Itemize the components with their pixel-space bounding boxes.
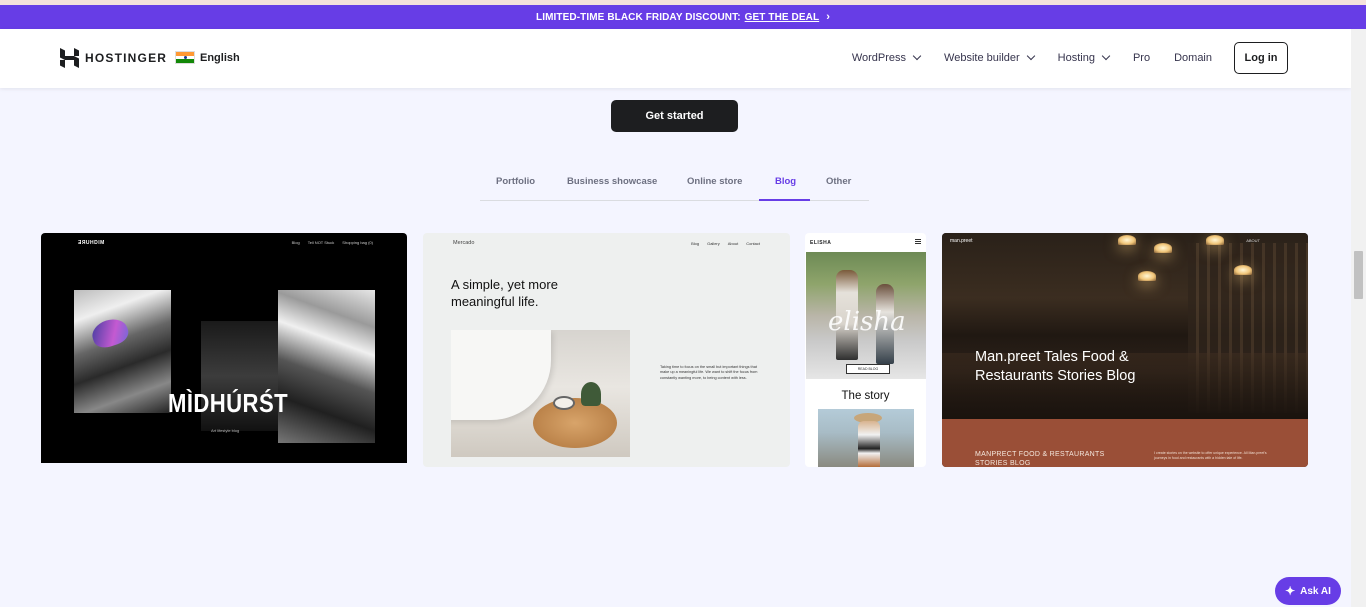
template-menu-item: Gallery bbox=[707, 241, 720, 246]
template-menu-item: Tell NOT Stuck bbox=[307, 240, 335, 245]
nav-pro[interactable]: Pro bbox=[1133, 52, 1150, 64]
template-brand: ELISHA bbox=[810, 240, 832, 246]
template-card-elisha[interactable]: ELISHA elisha READ BLOG The story bbox=[805, 233, 926, 467]
india-flag-icon bbox=[175, 51, 195, 64]
template-paragraph: Taking time to focus on the small but im… bbox=[660, 365, 758, 380]
template-title: MÌDHÚRŚT bbox=[168, 388, 289, 418]
tab-online-store[interactable]: Online store bbox=[687, 176, 742, 187]
nav-hosting[interactable]: Hosting bbox=[1057, 51, 1111, 64]
page-scrollbar[interactable] bbox=[1351, 29, 1366, 607]
template-menu: Blog Tell NOT Stuck Shopping bag (0) bbox=[292, 240, 373, 245]
template-band-title: MANPRECT FOOD & RESTAURANTS STORIES BLOG bbox=[975, 451, 1105, 467]
chevron-down-icon bbox=[912, 51, 922, 61]
nav-website-builder-label: Website builder bbox=[944, 52, 1020, 64]
template-menu-item: Blog bbox=[691, 241, 700, 246]
promo-banner: LIMITED-TIME BLACK FRIDAY DISCOUNT: GET … bbox=[0, 5, 1366, 29]
template-photo-woman-hat bbox=[818, 409, 914, 467]
header: HOSTINGER English WordPress Website buil… bbox=[0, 29, 1351, 88]
chevron-down-icon bbox=[1101, 51, 1111, 61]
chevron-right-icon[interactable]: › bbox=[826, 11, 830, 23]
template-band-text: I create stories on the website to offer… bbox=[1154, 451, 1267, 460]
template-card-midhurst[interactable]: ƎЯUHDIM Blog Tell NOT Stuck Shopping bag… bbox=[41, 233, 407, 463]
get-started-button[interactable]: Get started bbox=[611, 100, 738, 132]
template-category-tabs: Portfolio Business showcase Online store… bbox=[480, 170, 869, 201]
template-menu-item: About bbox=[727, 241, 739, 246]
nav-domain-label: Domain bbox=[1174, 52, 1212, 64]
template-hero-script: elisha bbox=[828, 307, 906, 337]
nav-website-builder[interactable]: Website builder bbox=[944, 51, 1035, 64]
nav-domain[interactable]: Domain bbox=[1174, 52, 1212, 64]
hostinger-logo-icon bbox=[60, 48, 79, 68]
template-hero-photo: elisha READ BLOG bbox=[806, 252, 926, 379]
template-menu-item: Shopping bag (0) bbox=[342, 240, 373, 245]
ask-ai-button[interactable]: ✦ Ask AI bbox=[1275, 577, 1341, 605]
promo-deal-link[interactable]: GET THE DEAL bbox=[745, 12, 820, 23]
active-tab-indicator bbox=[759, 199, 810, 201]
chevron-down-icon bbox=[1026, 51, 1035, 61]
template-photo-woman-cap bbox=[74, 290, 171, 413]
template-photo-silver bbox=[278, 290, 375, 443]
template-photo-table bbox=[451, 330, 630, 457]
main-nav: WordPress Website builder Hosting Pro Do… bbox=[828, 42, 1288, 74]
template-photo-restaurant bbox=[942, 233, 1308, 419]
tab-blog[interactable]: Blog bbox=[775, 176, 796, 187]
template-card-manpreet[interactable]: man.preet ABOUT Man.preet Tales Food & R… bbox=[942, 233, 1308, 467]
template-story-heading: The story bbox=[841, 390, 890, 402]
nav-wordpress-label: WordPress bbox=[851, 52, 907, 64]
nav-pro-label: Pro bbox=[1132, 52, 1151, 64]
template-brand: ƎЯUHDIM bbox=[78, 240, 105, 246]
brand-name: HOSTINGER bbox=[85, 51, 168, 65]
ask-ai-label: Ask AI bbox=[1300, 585, 1331, 597]
language-label: English bbox=[200, 51, 240, 64]
template-subtitle: Art lifestyle blog bbox=[211, 428, 240, 433]
template-menu-item: Blog bbox=[291, 240, 300, 245]
template-menu: ABOUT bbox=[1246, 238, 1260, 243]
template-read-blog-button: READ BLOG bbox=[846, 364, 890, 374]
tab-portfolio[interactable]: Portfolio bbox=[496, 176, 535, 187]
template-card-mercado[interactable]: Mercado Blog Gallery About Contact A sim… bbox=[423, 233, 790, 467]
hamburger-menu-icon bbox=[915, 239, 921, 244]
tab-other[interactable]: Other bbox=[826, 176, 851, 187]
language-selector[interactable]: English bbox=[175, 51, 240, 64]
template-headline: A simple, yet more meaningful life. bbox=[451, 277, 558, 309]
template-brand: man.preet bbox=[950, 238, 973, 244]
sparkle-icon: ✦ bbox=[1285, 584, 1296, 598]
template-brand: Mercado bbox=[453, 240, 475, 246]
nav-hosting-label: Hosting bbox=[1057, 52, 1095, 64]
scrollbar-thumb[interactable] bbox=[1354, 251, 1363, 299]
template-menu-item: Contact bbox=[746, 241, 760, 246]
promo-text: LIMITED-TIME BLACK FRIDAY DISCOUNT: bbox=[536, 11, 741, 23]
template-title: Man.preet Tales Food & Restaurants Stori… bbox=[975, 349, 1136, 384]
template-menu: Blog Gallery About Contact bbox=[691, 241, 760, 246]
login-button[interactable]: Log in bbox=[1234, 42, 1288, 74]
logo[interactable]: HOSTINGER bbox=[60, 48, 167, 68]
tab-business-showcase[interactable]: Business showcase bbox=[567, 176, 657, 187]
nav-wordpress[interactable]: WordPress bbox=[851, 51, 922, 64]
template-band: MANPRECT FOOD & RESTAURANTS STORIES BLOG… bbox=[942, 419, 1308, 467]
